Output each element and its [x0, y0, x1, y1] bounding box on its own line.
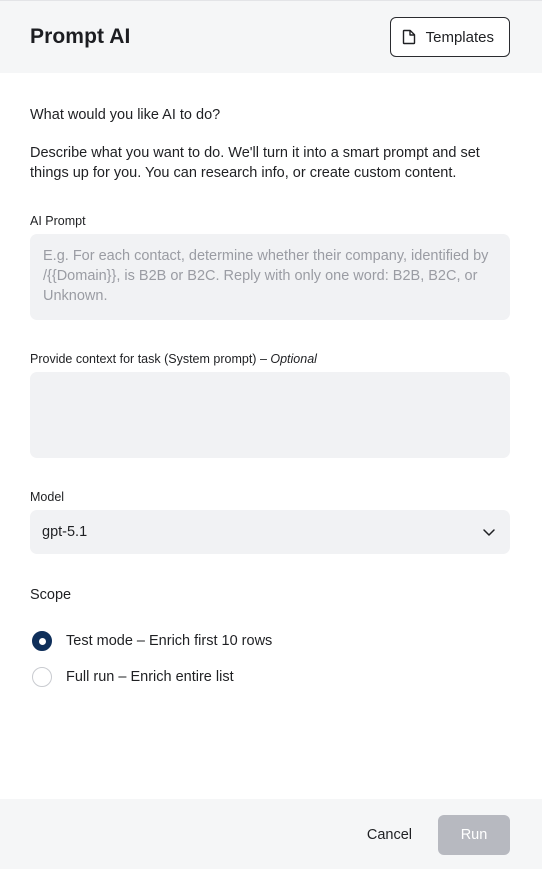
chevron-down-icon	[482, 527, 496, 537]
templates-button[interactable]: Templates	[389, 17, 510, 57]
ai-prompt-input[interactable]: E.g. For each contact, determine whether…	[30, 234, 510, 320]
templates-button-label: Templates	[425, 28, 494, 46]
intro-question: What would you like AI to do?	[30, 107, 221, 123]
scope-option-full-run[interactable]: Full run – Enrich entire list	[32, 667, 234, 687]
scope-option-test-mode[interactable]: Test mode – Enrich first 10 rows	[32, 631, 272, 651]
model-label: Model	[30, 490, 65, 504]
model-select[interactable]: gpt-5.1	[30, 510, 510, 554]
panel-title: Prompt AI	[30, 25, 131, 48]
context-label-text: Provide context for task (System prompt)…	[30, 352, 267, 366]
scope-title: Scope	[30, 587, 72, 603]
run-button[interactable]: Run	[438, 814, 510, 855]
document-icon	[402, 29, 416, 45]
prompt-ai-panel: Prompt AI Templates What would you like …	[0, 0, 542, 869]
optional-tag: Optional	[270, 352, 317, 366]
ai-prompt-placeholder: E.g. For each contact, determine whether…	[43, 248, 489, 304]
cancel-button[interactable]: Cancel	[367, 827, 412, 843]
scope-option-label: Full run – Enrich entire list	[66, 669, 234, 685]
context-label: Provide context for task (System prompt)…	[30, 352, 317, 366]
ai-prompt-label: AI Prompt	[30, 214, 86, 228]
radio-button-checked[interactable]	[32, 631, 52, 651]
panel-footer: Cancel Run	[0, 799, 542, 869]
model-selected-value: gpt-5.1	[42, 524, 88, 540]
intro-description: Describe what you want to do. We'll turn…	[30, 145, 480, 181]
system-prompt-input[interactable]	[30, 372, 510, 458]
scope-option-label: Test mode – Enrich first 10 rows	[66, 633, 273, 649]
panel-header: Prompt AI Templates	[0, 1, 542, 73]
radio-button-unchecked[interactable]	[32, 667, 52, 687]
